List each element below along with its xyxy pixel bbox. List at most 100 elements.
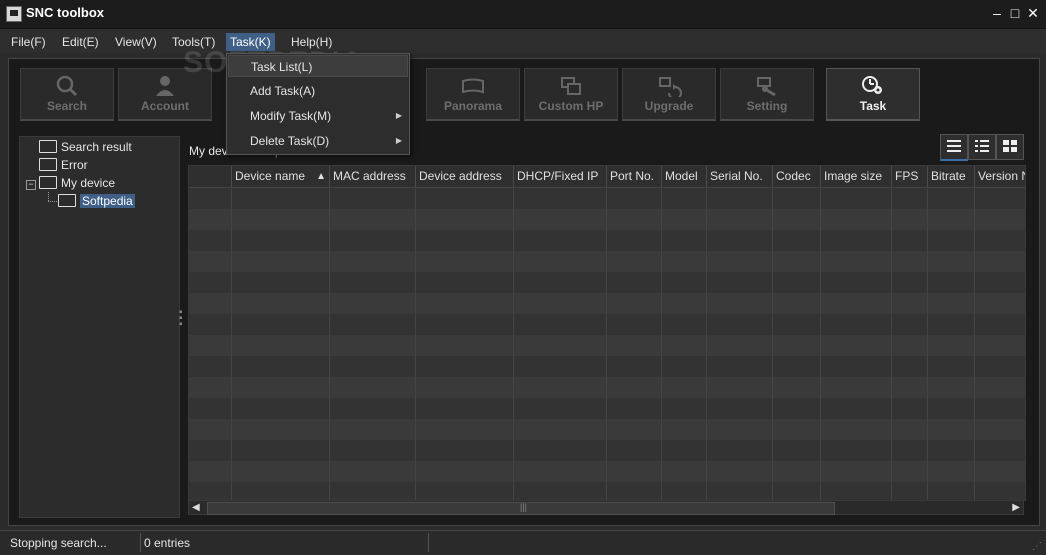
table-row: [189, 251, 1025, 272]
task-icon: [862, 76, 882, 94]
scrollbar-grip-icon: |||: [520, 502, 528, 512]
table-row: [189, 356, 1025, 377]
close-button[interactable]: ✕: [1026, 6, 1040, 20]
column-header-mac-address[interactable]: MAC address: [329, 166, 415, 187]
tree-item-my-device[interactable]: My device: [39, 175, 115, 191]
menu-item-task-list[interactable]: Task List(L): [228, 55, 408, 77]
maximize-button[interactable]: □: [1008, 6, 1022, 20]
column-header-device-address[interactable]: Device address: [415, 166, 513, 187]
scrollbar-thumb[interactable]: |||: [207, 502, 835, 515]
pane-splitter[interactable]: ▪ ▪ ▪: [179, 308, 185, 334]
menu-file[interactable]: File(F): [7, 33, 50, 51]
table-row: [189, 188, 1025, 209]
task-button[interactable]: Task: [826, 68, 920, 121]
table-body: [189, 188, 1025, 500]
column-header-version[interactable]: Version N: [974, 166, 1025, 187]
list-view-button[interactable]: [940, 134, 968, 161]
table-row: [189, 209, 1025, 230]
custom-hp-icon: [561, 77, 581, 95]
menu-item-delete-task[interactable]: Delete Task(D) ▶: [228, 130, 408, 152]
table-row: [189, 335, 1025, 356]
column-header-serial[interactable]: Serial No.: [706, 166, 772, 187]
table-row: [189, 398, 1025, 419]
column-divider: [513, 188, 514, 500]
collapse-toggle[interactable]: −: [26, 180, 36, 190]
account-button-label: Account: [141, 99, 189, 113]
tree-connector: [48, 192, 50, 201]
column-header-codec[interactable]: Codec: [772, 166, 820, 187]
column-divider: [231, 188, 232, 500]
column-divider: [772, 188, 773, 500]
submenu-arrow-icon: ▶: [395, 111, 402, 120]
column-header-model[interactable]: Model: [661, 166, 706, 187]
column-divider: [706, 188, 707, 500]
setting-button[interactable]: Setting: [720, 68, 814, 121]
tree-item-label: Error: [61, 158, 88, 172]
column-divider: [974, 188, 975, 500]
scroll-left-icon[interactable]: ◀: [192, 502, 200, 513]
menu-bar: File(F) Edit(E) View(V) Tools(T) Task(K)…: [0, 29, 1046, 53]
sort-ascending-icon: ▲: [316, 171, 326, 182]
table-row: [189, 230, 1025, 251]
column-divider: [606, 188, 607, 500]
custom-hp-button-label: Custom HP: [538, 99, 604, 113]
tree-item-softpedia[interactable]: Softpedia: [58, 193, 135, 209]
menu-item-modify-task[interactable]: Modify Task(M) ▶: [228, 105, 408, 127]
column-header-device-name[interactable]: Device name ▲: [231, 166, 329, 187]
table-row: [189, 272, 1025, 293]
upgrade-button[interactable]: Upgrade: [622, 68, 716, 121]
menu-item-label: Modify Task(M): [250, 109, 332, 123]
menu-view[interactable]: View(V): [111, 33, 161, 51]
folder-icon: [39, 176, 57, 190]
account-icon: [156, 76, 174, 96]
column-header-port[interactable]: Port No.: [606, 166, 661, 187]
table-row: [189, 461, 1025, 482]
column-header-fps[interactable]: FPS: [891, 166, 927, 187]
panorama-button-label: Panorama: [443, 99, 503, 113]
column-divider: [927, 188, 928, 500]
table-row: [189, 419, 1025, 440]
tree-item-label: Search result: [61, 140, 132, 154]
column-header-select[interactable]: [189, 166, 231, 187]
submenu-arrow-icon: ▶: [395, 136, 402, 145]
view-mode-buttons: [938, 134, 1026, 161]
column-divider: [820, 188, 821, 500]
search-icon: [56, 75, 78, 97]
column-header-dhcp[interactable]: DHCP/Fixed IP: [513, 166, 606, 187]
list-view-icon: [947, 140, 961, 152]
device-tree: Search result Error − My device Softpedi…: [19, 136, 180, 518]
device-table: Device name ▲ MAC address Device address …: [188, 165, 1026, 501]
column-header-image-size[interactable]: Image size: [820, 166, 891, 187]
detail-view-button[interactable]: [968, 134, 996, 160]
panorama-icon: [462, 78, 484, 94]
resize-grip-icon[interactable]: ⋰: [1032, 541, 1044, 553]
minimize-button[interactable]: –: [990, 6, 1004, 20]
upgrade-icon: [659, 77, 682, 97]
menu-edit[interactable]: Edit(E): [58, 33, 103, 51]
table-row: [189, 440, 1025, 461]
column-header-bitrate[interactable]: Bitrate: [927, 166, 974, 187]
task-button-label: Task: [859, 99, 887, 113]
thumbnail-view-button[interactable]: [996, 134, 1024, 160]
panorama-button[interactable]: Panorama: [426, 68, 520, 121]
tree-item-search-result[interactable]: Search result: [39, 139, 132, 155]
column-divider: [415, 188, 416, 500]
status-bar: Stopping search... 0 entries ⋰: [0, 530, 1046, 555]
folder-icon: [58, 194, 76, 208]
table-row: [189, 293, 1025, 314]
status-divider: [140, 533, 141, 552]
scroll-right-icon[interactable]: ▶: [1012, 502, 1020, 513]
column-header-label: Device name: [235, 169, 306, 183]
tree-connector: [48, 201, 57, 203]
setting-icon: [757, 77, 776, 97]
app-icon: [6, 6, 22, 22]
tree-item-error[interactable]: Error: [39, 157, 88, 173]
search-button-label: Search: [46, 99, 88, 113]
custom-hp-button[interactable]: Custom HP: [524, 68, 618, 121]
search-button[interactable]: Search: [20, 68, 114, 121]
menu-item-add-task[interactable]: Add Task(A): [228, 80, 408, 102]
tree-item-label: My device: [61, 176, 116, 190]
horizontal-scrollbar[interactable]: ◀ ||| ▶: [188, 500, 1024, 515]
column-divider: [661, 188, 662, 500]
tree-item-label: Softpedia: [80, 194, 135, 208]
